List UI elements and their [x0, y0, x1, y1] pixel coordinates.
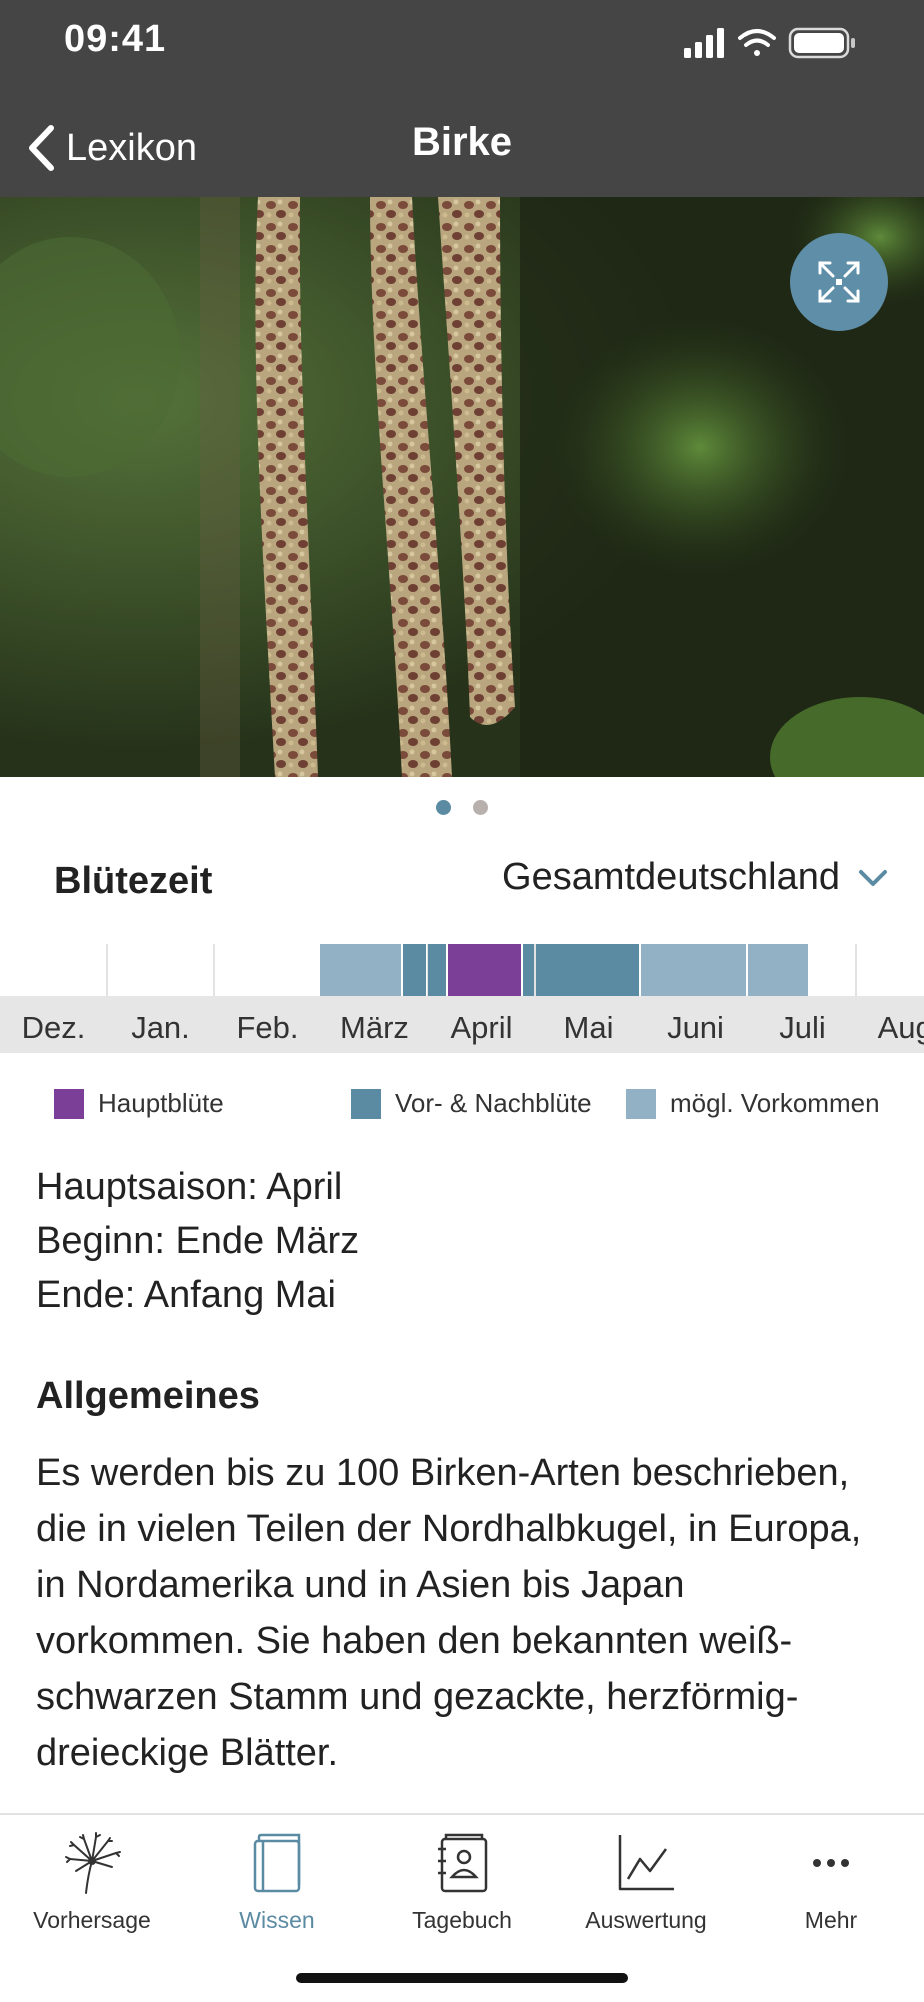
month-label: Juni [667, 1010, 724, 1045]
bloom-bar-pre-post [403, 944, 426, 996]
carousel-dot-2[interactable] [473, 800, 488, 815]
month-label: April [450, 1010, 512, 1045]
tab-vorhersage-label: Vorhersage [33, 1907, 151, 1933]
status-icons [684, 27, 855, 59]
legend-main-label: Hauptblüte [98, 1088, 224, 1118]
legend-swatch-pre-post [351, 1088, 381, 1119]
tab-wissen[interactable]: Wissen [192, 1827, 362, 1934]
battery-icon [788, 27, 855, 59]
more-icon [813, 1859, 849, 1867]
legend-possible: mögl. Vorkommen [626, 1088, 880, 1119]
legend-pre-post: Vor- & Nachblüte [351, 1088, 592, 1119]
tab-mehr-label: Mehr [804, 1907, 858, 1933]
chevron-down-icon [859, 869, 887, 886]
month-label: Aug. [878, 1010, 924, 1045]
tab-wissen-label: Wissen [239, 1907, 315, 1933]
legend-possible-label: mögl. Vorkommen [670, 1088, 880, 1118]
status-time: 09:41 [64, 18, 167, 60]
season-main: Hauptsaison: April [36, 1166, 343, 1208]
region-select[interactable]: Gesamtdeutschland [502, 856, 888, 899]
legend-pre-post-label: Vor- & Nachblüte [395, 1088, 592, 1118]
carousel-dots [0, 800, 924, 820]
dandelion-icon [65, 1832, 121, 1894]
wifi-icon [738, 29, 776, 56]
tab-tagebuch[interactable]: Tagebuch [377, 1827, 547, 1934]
season-end: Ende: Anfang Mai [36, 1274, 336, 1316]
month-label: Dez. [22, 1010, 86, 1045]
bloom-bar-possible [748, 944, 808, 996]
region-select-value: Gesamtdeutschland [502, 856, 840, 898]
signal-icon [684, 28, 724, 58]
tab-tagebuch-label: Tagebuch [412, 1907, 512, 1933]
general-title: Allgemeines [36, 1375, 260, 1417]
month-label: Jan. [131, 1010, 190, 1045]
tab-auswertung[interactable]: Auswertung [561, 1827, 731, 1934]
carousel-dot-1[interactable] [436, 800, 451, 815]
season-start: Beginn: Ende März [36, 1220, 360, 1262]
legend-swatch-main [54, 1088, 84, 1119]
plant-photo[interactable] [0, 197, 924, 777]
general-text: Es werden bis zu 100 Birken-Arten beschr… [36, 1452, 862, 1774]
bloom-bar-pre-post [523, 944, 534, 996]
chart-icon [618, 1835, 674, 1891]
month-label: Mai [564, 1010, 614, 1045]
diary-icon [438, 1833, 488, 1893]
bloom-bar-possible [320, 944, 401, 996]
bloom-legend: Hauptblüte Vor- & Nachblüte mögl. Vorkom… [0, 1088, 924, 1124]
tab-mehr[interactable]: Mehr [746, 1827, 916, 1934]
home-indicator [296, 1973, 628, 1983]
bloom-bar-possible [641, 944, 746, 996]
bloom-bar-main [448, 944, 521, 996]
season-summary: Hauptsaison: April Beginn: Ende März End… [36, 1160, 359, 1322]
page-title: Birke [411, 120, 513, 164]
expand-icon [818, 261, 860, 303]
bloom-title: Blütezeit [54, 860, 213, 902]
expand-image-button[interactable] [790, 233, 888, 331]
book-icon [253, 1833, 301, 1893]
month-label: Juli [779, 1010, 826, 1045]
tab-vorhersage[interactable]: Vorhersage [7, 1827, 177, 1934]
bloom-bar-pre-post [428, 944, 446, 996]
legend-main: Hauptblüte [54, 1088, 224, 1119]
bloom-calendar: Dez. Jan. Feb. März April Mai Juni Juli Aug. [0, 944, 924, 1053]
legend-swatch-possible [626, 1088, 656, 1119]
tab-auswertung-label: Auswertung [585, 1907, 707, 1933]
bloom-bar-pre-post [536, 944, 639, 996]
month-label: März [340, 1010, 409, 1045]
month-label: Feb. [236, 1010, 298, 1045]
